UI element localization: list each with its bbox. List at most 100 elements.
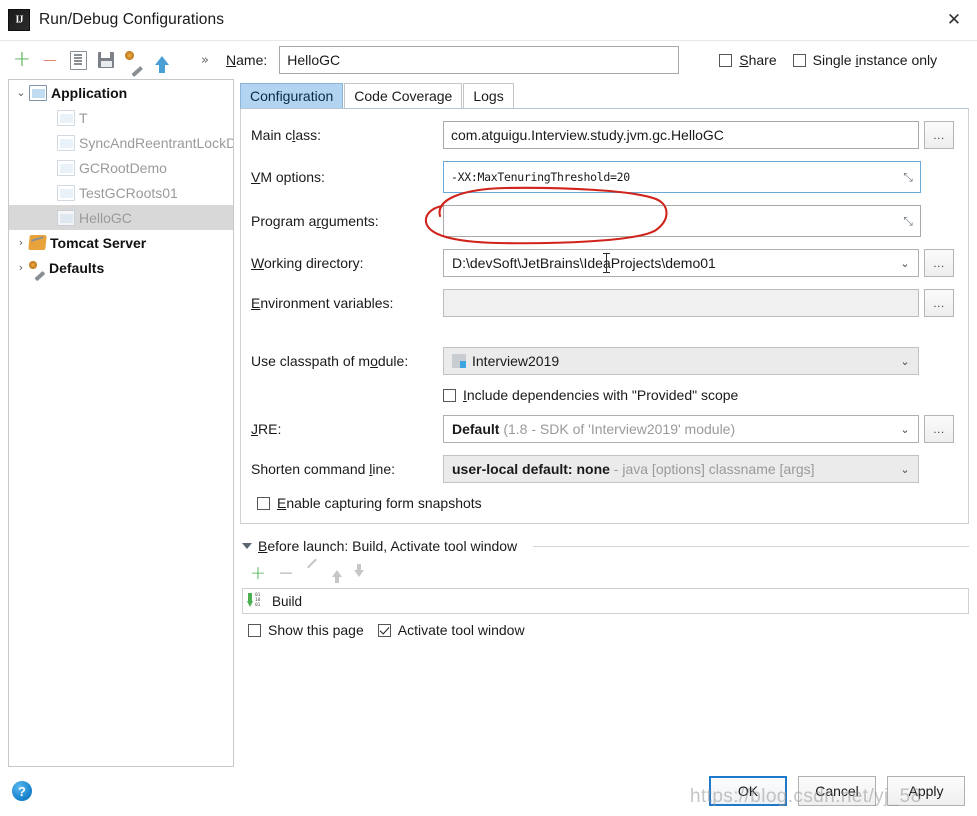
use-classpath-control: Interview2019 ⌄ xyxy=(443,347,954,375)
enable-capturing-checkbox[interactable]: Enable capturing form snapshots xyxy=(257,495,482,511)
program-arguments-input[interactable] xyxy=(443,205,921,237)
before-launch-header[interactable]: Before launch: Build, Activate tool wind… xyxy=(242,538,969,554)
chevron-down-icon[interactable]: ⌄ xyxy=(892,463,918,476)
text-cursor-icon xyxy=(603,253,610,273)
expand-arrow-icon[interactable]: › xyxy=(13,261,29,274)
main-class-browse-button[interactable]: … xyxy=(924,121,954,149)
before-launch-toolbar: + − xyxy=(242,558,969,588)
single-instance-checkbox-box[interactable] xyxy=(792,53,806,67)
build-icon-bits: 01 10 01 xyxy=(255,593,261,609)
tree-node-testgcroots01[interactable]: TestGCRoots01 xyxy=(9,180,233,205)
tree-node-gcrootdemo[interactable]: GCRootDemo xyxy=(9,155,233,180)
main-class-input[interactable]: com.atguigu.Interview.study.jvm.gc.Hello… xyxy=(443,121,919,149)
environment-variables-input[interactable] xyxy=(443,289,919,317)
defaults-wrench-icon xyxy=(29,260,45,275)
tree-node-label: Tomcat Server xyxy=(50,234,147,251)
show-this-page-checkbox[interactable]: Show this page xyxy=(248,622,364,638)
tree-node-syncandreentrantlockdemo[interactable]: SyncAndReentrantLockD xyxy=(9,130,233,155)
bl-add-icon[interactable]: + xyxy=(250,563,266,583)
show-this-page-checkbox-box[interactable] xyxy=(248,623,261,637)
configurations-tree[interactable]: ⌄ Application T SyncAndReentrantLockD GC… xyxy=(8,79,234,767)
application-run-icon xyxy=(57,159,75,176)
jre-control: Default (1.8 - SDK of 'Interview2019' mo… xyxy=(443,415,954,443)
jre-browse-button[interactable]: … xyxy=(924,415,954,443)
tree-node-application[interactable]: ⌄ Application xyxy=(9,80,233,105)
application-run-icon xyxy=(57,109,75,126)
arrow-up-icon xyxy=(155,55,169,73)
working-directory-combo[interactable]: D:\devSoft\JetBrains\IdeaProjects\demo01… xyxy=(443,249,919,277)
tree-node-defaults[interactable]: › Defaults xyxy=(9,255,233,280)
share-checkbox-box[interactable] xyxy=(719,53,733,67)
move-up-button[interactable] xyxy=(148,47,176,73)
expand-arrow-icon[interactable]: ⌄ xyxy=(13,86,29,99)
before-launch-item-label: Build xyxy=(272,593,303,609)
tab-code-coverage[interactable]: Code Coverage xyxy=(344,83,463,108)
vm-options-input[interactable]: -XX:MaxTenuringThreshold=20 xyxy=(443,161,921,193)
use-classpath-combo[interactable]: Interview2019 ⌄ xyxy=(443,347,919,375)
tree-node-label: T xyxy=(79,109,88,126)
include-provided-checkbox[interactable]: Include dependencies with "Provided" sco… xyxy=(443,387,738,403)
working-directory-browse-button[interactable]: … xyxy=(924,249,954,277)
add-configuration-button[interactable]: + xyxy=(8,47,36,73)
activate-tool-window-checkbox[interactable]: Activate tool window xyxy=(377,622,525,638)
jre-value: Default (1.8 - SDK of 'Interview2019' mo… xyxy=(452,421,892,437)
configuration-panel: Configuration Code Coverage Logs Main cl… xyxy=(240,79,969,767)
environment-variables-label: Environment variables: xyxy=(251,295,394,311)
chevron-down-icon[interactable]: ⌄ xyxy=(892,423,918,436)
tab-logs[interactable]: Logs xyxy=(463,83,514,108)
name-label-mnemonic: N xyxy=(226,52,237,68)
intellij-logo-icon xyxy=(8,9,30,31)
environment-variables-browse-button[interactable]: … xyxy=(924,289,954,317)
copy-configuration-button[interactable] xyxy=(64,47,92,73)
tree-node-hellogc[interactable]: HelloGC xyxy=(9,205,233,230)
tree-node-t[interactable]: T xyxy=(9,105,233,130)
environment-variables-row: Environment variables: … xyxy=(251,289,954,317)
use-classpath-value: Interview2019 xyxy=(472,353,560,369)
triangle-down-icon[interactable] xyxy=(242,543,252,549)
tab-configuration[interactable]: Configuration xyxy=(240,83,344,108)
working-directory-label: Working directory: xyxy=(251,255,364,271)
jre-label: JRE: xyxy=(251,421,282,437)
single-instance-checkbox[interactable]: Single instance only xyxy=(792,52,937,68)
share-checkbox-label: Share xyxy=(739,52,777,68)
apply-button[interactable]: Apply xyxy=(887,776,965,806)
dialog-footer: ? OK Cancel Apply xyxy=(0,767,977,815)
shorten-command-line-combo[interactable]: user-local default: none - java [options… xyxy=(443,455,919,483)
tree-node-label: HelloGC xyxy=(79,209,132,226)
bl-move-up-icon[interactable] xyxy=(331,569,342,583)
dialog-buttons: OK Cancel Apply xyxy=(709,776,965,806)
jre-combo[interactable]: Default (1.8 - SDK of 'Interview2019' mo… xyxy=(443,415,919,443)
bl-remove-icon[interactable]: − xyxy=(278,563,294,583)
main-split: ⌄ Application T SyncAndReentrantLockD GC… xyxy=(0,79,977,767)
enable-capturing-checkbox-box[interactable] xyxy=(257,496,270,510)
share-checkbox[interactable]: Share xyxy=(719,52,777,68)
vm-options-label: VM options: xyxy=(251,169,325,185)
ok-button[interactable]: OK xyxy=(709,776,787,806)
environment-variables-control: … xyxy=(443,289,954,317)
help-icon[interactable]: ? xyxy=(12,781,32,801)
vm-options-row: VM options: -XX:MaxTenuringThreshold=20 … xyxy=(251,161,954,193)
remove-configuration-button[interactable]: − xyxy=(36,47,64,73)
bl-move-down-icon[interactable] xyxy=(353,563,364,577)
tree-node-tomcat-server[interactable]: › Tomcat Server xyxy=(9,230,233,255)
main-class-control: com.atguigu.Interview.study.jvm.gc.Hello… xyxy=(443,121,954,149)
build-compile-icon: 01 10 01 xyxy=(247,593,267,609)
activate-tool-window-checkbox-box[interactable] xyxy=(377,623,391,637)
application-run-icon xyxy=(57,209,75,226)
bl-edit-icon[interactable] xyxy=(306,566,320,580)
chevron-down-icon[interactable]: ⌄ xyxy=(892,355,918,368)
edit-defaults-button[interactable] xyxy=(120,47,148,73)
chevron-down-icon[interactable]: ⌄ xyxy=(892,257,918,270)
expand-arrow-icon[interactable]: › xyxy=(13,236,29,249)
save-configuration-button[interactable] xyxy=(92,47,120,73)
before-launch-title: Before launch: Build, Activate tool wind… xyxy=(258,538,518,554)
more-options-button[interactable]: » xyxy=(190,47,218,73)
toolbar: + − » Name: Share Single instance only xyxy=(0,41,977,79)
cancel-button[interactable]: Cancel xyxy=(798,776,876,806)
remove-icon: − xyxy=(41,48,59,72)
name-input[interactable] xyxy=(279,46,680,74)
before-launch-list-item-build[interactable]: 01 10 01 Build xyxy=(242,588,969,614)
close-icon[interactable]: ✕ xyxy=(931,0,977,40)
include-provided-checkbox-box[interactable] xyxy=(443,388,456,402)
main-class-row: Main class: com.atguigu.Interview.study.… xyxy=(251,121,954,149)
